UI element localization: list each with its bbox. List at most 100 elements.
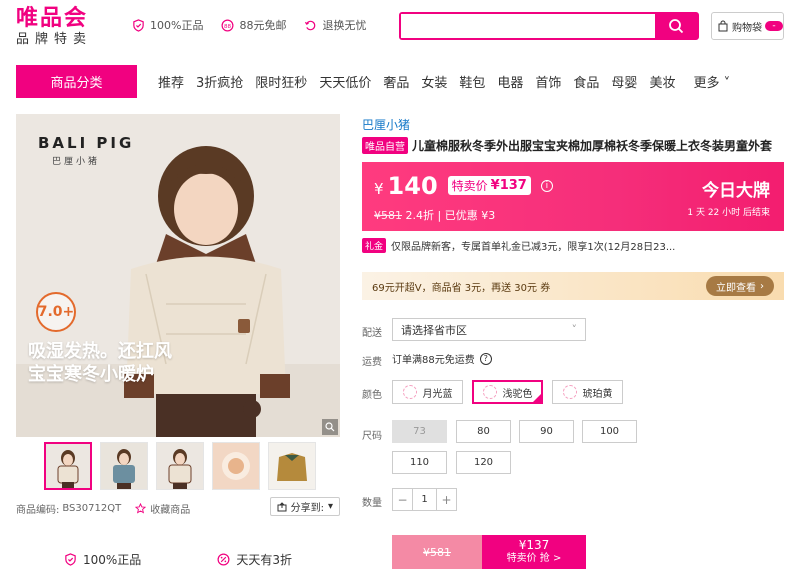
nav-item-shoes-bags[interactable]: 鞋包 — [453, 72, 491, 91]
nav-more-label: 更多 — [693, 76, 720, 91]
info-icon[interactable]: i — [540, 180, 553, 192]
promise-free-shipping: 88 88元免邮 — [221, 17, 286, 33]
coupon-tag: 礼金 — [362, 238, 387, 253]
original-price-button[interactable]: ¥581 — [392, 535, 482, 569]
svg-text:88: 88 — [224, 23, 232, 29]
nav-item-luxury[interactable]: 奢品 — [377, 72, 415, 91]
star-icon — [135, 503, 147, 514]
price-main: ¥ 140 特卖价 ¥137 i — [374, 172, 553, 200]
share-label: 分享到: — [290, 503, 324, 514]
sale-tag-price: ¥137 — [490, 178, 527, 193]
vip-bar: 69元开超V，商品省 3元，再送 30元 券 立即查看 › — [362, 272, 784, 300]
discount-icon — [217, 553, 230, 566]
size-option-80[interactable]: 80 — [456, 420, 511, 443]
vip-view-label: 立即查看 — [716, 282, 756, 294]
countdown: 1 天 22 小时 后结束 — [687, 208, 770, 218]
color-option-light-camel[interactable]: 浅驼色 — [472, 380, 543, 404]
today-brand-label: 今日大牌 — [702, 181, 770, 201]
search-button[interactable] — [655, 14, 697, 38]
share-button[interactable]: 分享到: ▾ — [269, 497, 340, 516]
bottom-promises: 100%正品 天天有3折 — [64, 551, 292, 568]
thumbnail-5[interactable] — [268, 442, 316, 490]
thumbnail-strip — [44, 442, 316, 490]
buy-sale-price: ¥137 — [518, 538, 550, 552]
search-input[interactable] — [401, 14, 655, 38]
quantity-minus-button[interactable]: − — [393, 489, 412, 510]
self-operated-tag: 唯品自营 — [362, 137, 408, 154]
color-option-label: 浅驼色 — [502, 388, 533, 400]
nav-item-food[interactable]: 食品 — [567, 72, 605, 91]
promo-line-2: 宝宝寒冬小暖炉 — [28, 364, 154, 385]
size-option-120[interactable]: 120 — [456, 451, 511, 474]
logo-main: 唯品会 — [16, 6, 89, 31]
quantity-label: 数量 — [362, 498, 382, 509]
color-swatch — [482, 385, 497, 399]
quantity-plus-button[interactable]: + — [437, 489, 456, 510]
color-option-label: 月光蓝 — [422, 388, 453, 400]
thumbnail-3[interactable] — [156, 442, 204, 490]
region-select[interactable]: 请选择省市区 ˅ — [392, 318, 586, 341]
size-option-90[interactable]: 90 — [519, 420, 574, 443]
color-option-amber[interactable]: 琥珀黄 — [552, 380, 623, 404]
brand-link[interactable]: 巴厘小猪 — [362, 116, 410, 133]
vip-text: 69元开超V，商品省 3元，再送 30元 券 — [372, 282, 551, 294]
vip-view-button[interactable]: 立即查看 › — [706, 276, 774, 296]
share-icon — [277, 501, 287, 511]
nav-item-recommend[interactable]: 推荐 — [152, 72, 190, 91]
nav-item-flash[interactable]: 限时狂秒 — [249, 72, 313, 91]
nav-more[interactable]: 更多 ˅ — [687, 72, 736, 91]
coupon-text: 仅限品牌新客，专属首单礼金已减3元，限享1次(12月28日23... — [391, 242, 676, 253]
header-promises: 100%正品 88 88元免邮 退换无忧 — [132, 17, 366, 33]
coupon-row: 礼金 仅限品牌新客，专属首单礼金已减3元，限享1次(12月28日23... — [362, 238, 784, 253]
promo-line-1: 吸湿发热。还扛风 — [28, 341, 172, 362]
site-logo[interactable]: 唯品会 品牌特卖 — [16, 6, 116, 48]
nav-category-button[interactable]: 商品分类 — [16, 65, 137, 98]
thumbnail-1[interactable] — [44, 442, 92, 490]
shipping-fee: 订单满88元免运费 ? — [392, 351, 492, 366]
color-option-moon-blue[interactable]: 月光蓝 — [392, 380, 463, 404]
price-currency: ¥ — [374, 180, 384, 198]
title-row: 唯品自营 儿童棉服秋冬季外出服宝宝夹棉加厚棉袄冬季保暖上衣冬装男童外套 — [362, 137, 784, 154]
nav-item-beauty[interactable]: 美妆 — [643, 72, 681, 91]
promise-authentic: 100%正品 — [132, 17, 203, 33]
bag-icon — [718, 20, 728, 32]
cart-label: 购物袋 — [732, 22, 762, 34]
size-option-110[interactable]: 110 — [392, 451, 447, 474]
region-select-value: 请选择省市区 — [401, 323, 467, 337]
search-bar — [399, 12, 699, 40]
fee-label: 运费 — [362, 357, 382, 368]
color-swatch — [562, 385, 577, 399]
bottom-promise-authentic-label: 100%正品 — [83, 553, 142, 567]
shield-icon — [65, 553, 76, 566]
product-main-image[interactable]: BALI PIG 巴厘小猪 7.0+ 吸湿发热。还扛风 宝宝寒冬小暖炉 — [16, 114, 340, 437]
shipping-label: 配送 — [362, 328, 382, 339]
thumbnail-4[interactable] — [212, 442, 260, 490]
brand-logo-text: BALI PIG — [38, 134, 135, 152]
bottom-promise-authentic: 100%正品 — [64, 551, 141, 568]
search-icon — [669, 19, 684, 34]
buy-now-button[interactable]: ¥137 特卖价 抢 > — [482, 535, 586, 569]
help-icon[interactable]: ? — [479, 352, 492, 365]
favorite-button[interactable]: 收藏商品 — [135, 501, 190, 516]
size-option-73[interactable]: 73 — [392, 420, 447, 443]
sale-tag-label: 特卖价 — [451, 179, 488, 193]
nav-item-jewelry[interactable]: 首饰 — [529, 72, 567, 91]
nav-item-baby[interactable]: 母婴 — [605, 72, 643, 91]
shield-icon — [133, 18, 144, 32]
size-option-100[interactable]: 100 — [582, 420, 637, 443]
discount-rate: 2.4折 — [405, 209, 435, 222]
product-code-value: BS30712QT — [62, 503, 122, 514]
thumbnail-2[interactable] — [100, 442, 148, 490]
color-swatch — [402, 385, 417, 399]
promo-text: 吸湿发热。还扛风 宝宝寒冬小暖炉 — [28, 340, 172, 386]
zoom-icon[interactable] — [322, 419, 338, 435]
saved-amount: 已优惠 ¥3 — [444, 209, 496, 222]
nav-item-women[interactable]: 女装 — [415, 72, 453, 91]
sale-price-tag: 特卖价 ¥137 — [447, 176, 531, 195]
quantity-value[interactable]: 1 — [412, 489, 437, 510]
nav-item-appliances[interactable]: 电器 — [491, 72, 529, 91]
nav-item-30off[interactable]: 3折疯抢 — [190, 72, 249, 91]
cart-button[interactable]: 购物袋 - — [711, 12, 784, 40]
bottom-promise-discount-label: 天天有3折 — [236, 553, 292, 567]
nav-item-lowprice[interactable]: 天天低价 — [313, 72, 377, 91]
